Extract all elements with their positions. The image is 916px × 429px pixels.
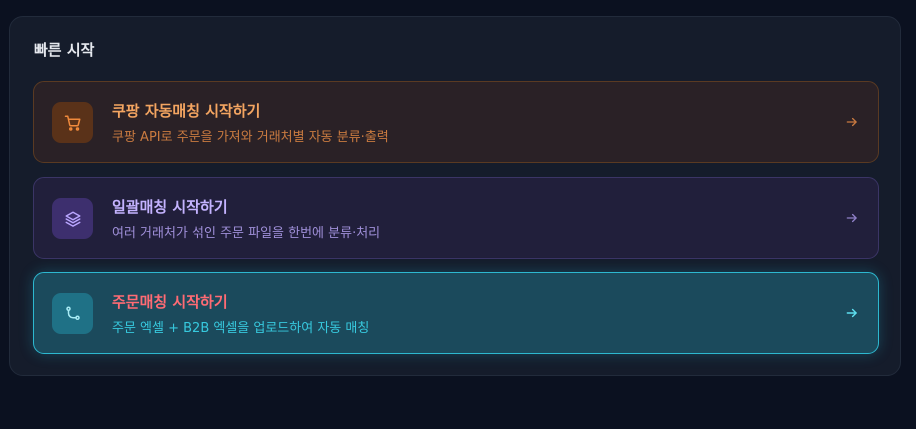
card-title: 주문매칭 시작하기 bbox=[112, 293, 228, 311]
coupang-auto-match-card[interactable]: 쿠팡 자동매칭 시작하기 쿠팡 API로 주문을 가져와 거래처별 자동 분류·… bbox=[33, 81, 879, 163]
arrow-right-icon bbox=[844, 305, 860, 321]
cart-icon bbox=[52, 102, 93, 143]
card-title: 쿠팡 자동매칭 시작하기 bbox=[112, 102, 261, 120]
card-description: 주문 엑셀 + B2B 엑셀을 업로드하여 자동 매칭 bbox=[112, 321, 370, 336]
bulk-match-card[interactable]: 일괄매칭 시작하기 여러 거래처가 섞인 주문 파일을 한번에 분류·처리 bbox=[33, 177, 879, 259]
panel-title: 빠른 시작 bbox=[34, 41, 95, 59]
order-match-card[interactable]: 주문매칭 시작하기 주문 엑셀 + B2B 엑셀을 업로드하여 자동 매칭 bbox=[33, 272, 879, 354]
git-branch-icon bbox=[52, 293, 93, 334]
arrow-right-icon bbox=[844, 210, 860, 226]
card-title: 일괄매칭 시작하기 bbox=[112, 198, 228, 216]
card-description: 여러 거래처가 섞인 주문 파일을 한번에 분류·처리 bbox=[112, 226, 381, 241]
card-description: 쿠팡 API로 주문을 가져와 거래처별 자동 분류·출력 bbox=[112, 130, 389, 145]
quick-start-panel: 빠른 시작 쿠팡 자동매칭 시작하기 쿠팡 API로 주문을 가져와 거래처별 … bbox=[9, 16, 901, 376]
arrow-right-icon bbox=[844, 114, 860, 130]
layers-icon bbox=[52, 198, 93, 239]
